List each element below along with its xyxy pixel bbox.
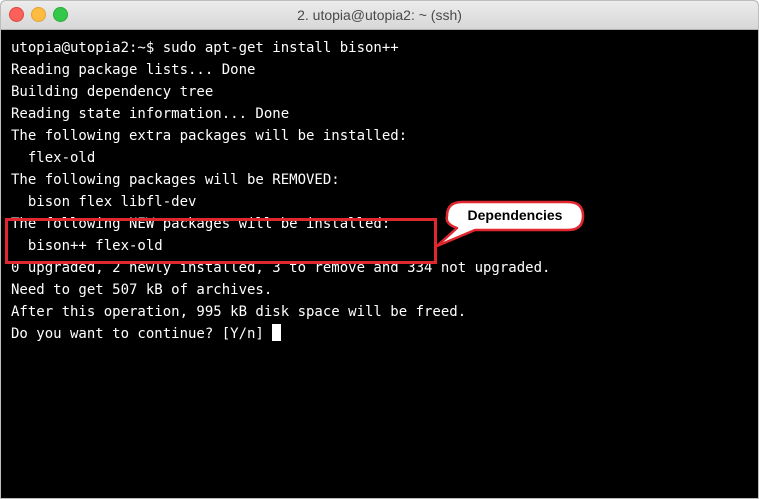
text-cursor bbox=[272, 324, 282, 341]
terminal-line: After this operation, 995 kB disk space … bbox=[11, 304, 467, 320]
terminal-line: The following packages will be REMOVED: bbox=[11, 172, 340, 188]
prompt-text: Do you want to continue? [Y/n] bbox=[11, 326, 273, 342]
terminal-prompt-line[interactable]: Do you want to continue? [Y/n] bbox=[11, 323, 758, 345]
terminal-line-command: utopia@utopia2:~$ sudo apt-get install b… bbox=[11, 40, 399, 56]
dependencies-highlight-box bbox=[5, 218, 437, 264]
terminal-line: Building dependency tree bbox=[11, 84, 214, 100]
terminal-line: flex-old bbox=[11, 150, 96, 166]
title-bar[interactable]: 2. utopia@utopia2: ~ (ssh) bbox=[1, 1, 758, 30]
terminal-line: Reading state information... Done bbox=[11, 106, 290, 122]
terminal-output[interactable]: utopia@utopia2:~$ sudo apt-get install b… bbox=[11, 37, 758, 498]
terminal-line: The following extra packages will be ins… bbox=[11, 128, 408, 144]
callout-label: Dependencies bbox=[467, 207, 563, 223]
terminal-line: Need to get 507 kB of archives. bbox=[11, 282, 273, 298]
window-title: 2. utopia@utopia2: ~ (ssh) bbox=[297, 7, 462, 23]
terminal-line: Reading package lists... Done bbox=[11, 62, 256, 78]
terminal-window: 2. utopia@utopia2: ~ (ssh) utopia@utopia… bbox=[0, 0, 759, 499]
terminal-line: bison flex libfl-dev bbox=[11, 194, 197, 210]
dependencies-callout: Dependencies bbox=[435, 200, 585, 248]
